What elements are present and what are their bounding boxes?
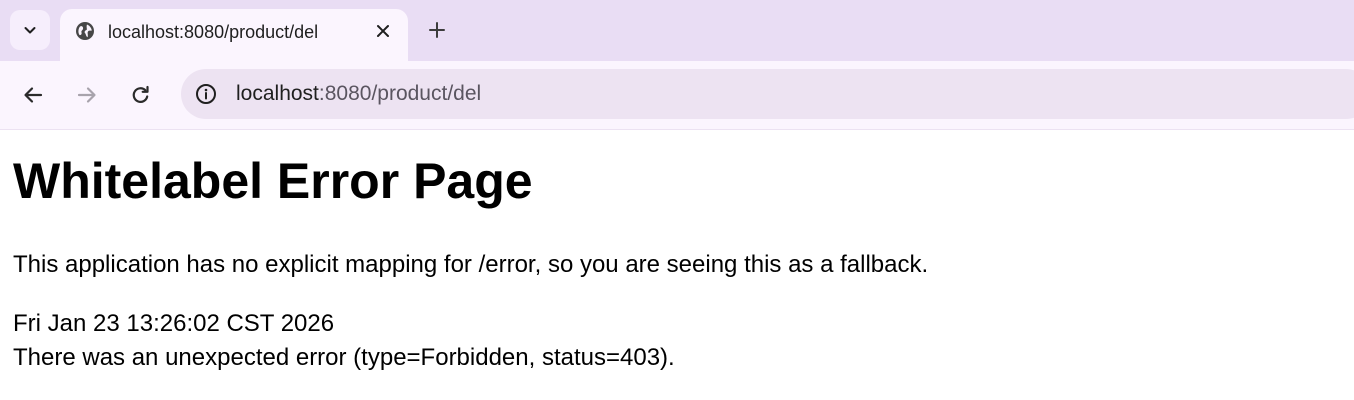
tab-title: localhost:8080/product/del	[108, 22, 319, 42]
url-text[interactable]: localhost:8080/product/del	[236, 82, 481, 106]
site-info-button[interactable]	[193, 81, 219, 107]
tab-close-button[interactable]	[372, 20, 394, 42]
forward-button[interactable]	[73, 81, 101, 109]
error-timestamp: Fri Jan 23 13:26:02 CST 2026	[13, 310, 335, 337]
reload-button[interactable]	[127, 81, 155, 109]
back-button[interactable]	[19, 81, 47, 109]
arrow-right-icon	[77, 87, 96, 103]
error-details: There was an unexpected error (type=Forb…	[13, 344, 675, 371]
arrow-left-icon	[24, 87, 43, 103]
tab-strip: localhost:8080/product/del	[0, 0, 1354, 61]
active-tab[interactable]: localhost:8080/product/del	[60, 9, 408, 61]
plus-icon	[429, 22, 445, 38]
info-icon	[196, 84, 216, 104]
url-path: :8080/product/del	[318, 82, 482, 105]
chevron-down-icon	[24, 27, 36, 34]
globe-icon	[76, 22, 94, 40]
new-tab-button[interactable]	[424, 17, 450, 43]
error-message: This application has no explicit mapping…	[13, 251, 929, 278]
toolbar: localhost:8080/product/del	[0, 61, 1354, 130]
tab-search-button[interactable]	[10, 10, 50, 50]
url-host: localhost	[236, 82, 319, 105]
address-bar[interactable]: localhost:8080/product/del	[181, 69, 1354, 119]
close-icon	[377, 25, 389, 37]
page-title: Whitelabel Error Page	[13, 153, 533, 209]
reload-icon	[132, 85, 149, 103]
